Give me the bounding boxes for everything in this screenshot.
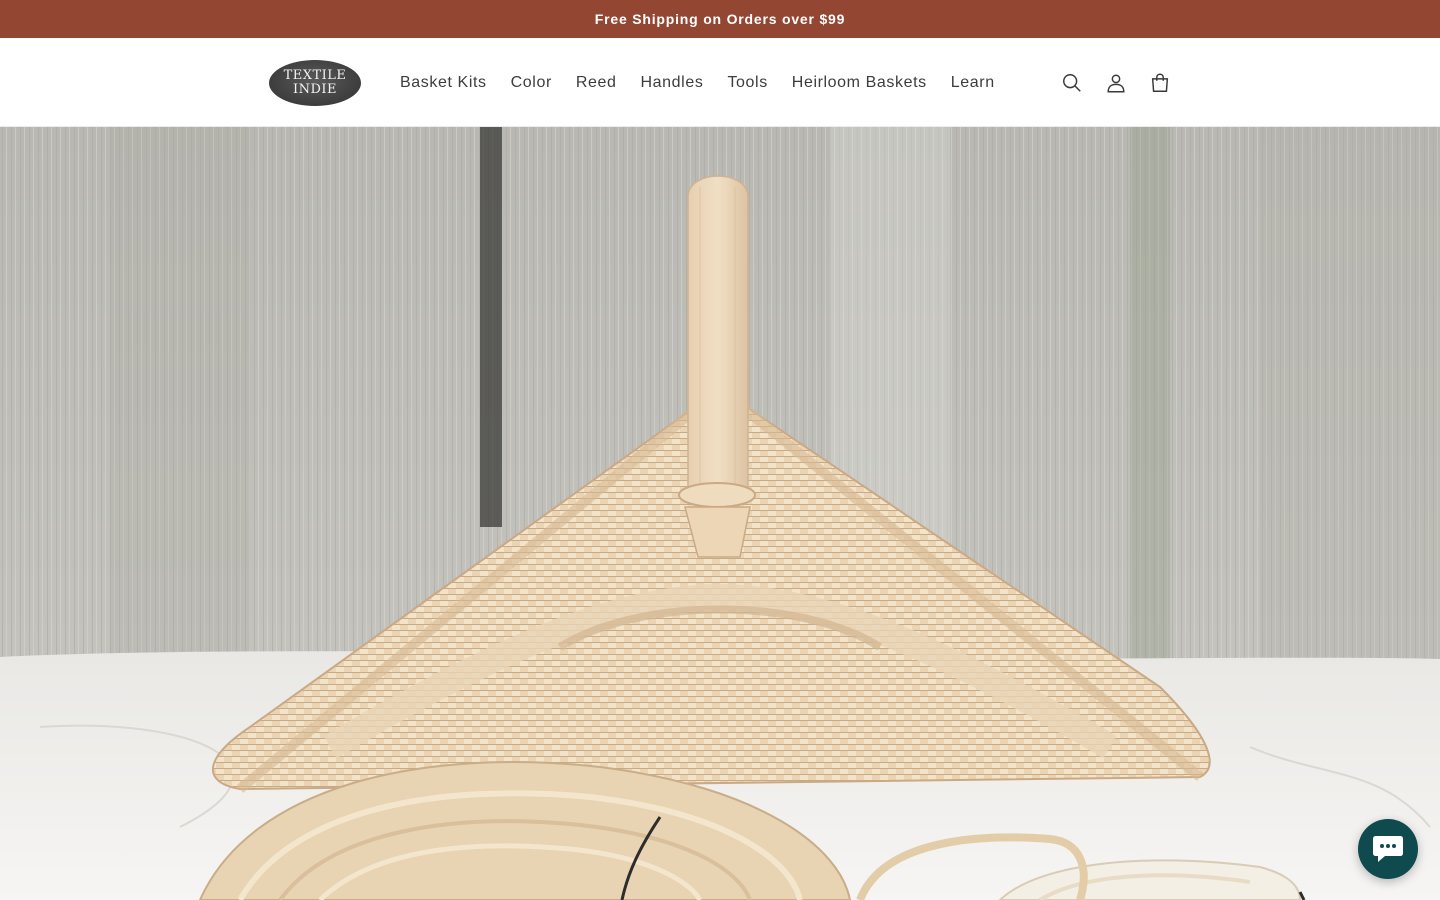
chat-button[interactable] bbox=[1358, 819, 1418, 879]
nav-reed[interactable]: Reed bbox=[564, 74, 629, 92]
nav-handles[interactable]: Handles bbox=[629, 74, 716, 92]
search-button[interactable] bbox=[1050, 61, 1094, 105]
site-header: TEXTILE INDIE Basket Kits Color Reed Han… bbox=[0, 38, 1440, 127]
account-button[interactable] bbox=[1094, 61, 1138, 105]
main-nav: Basket Kits Color Reed Handles Tools Hei… bbox=[388, 38, 1007, 127]
hero-image bbox=[0, 127, 1440, 900]
search-icon bbox=[1063, 73, 1081, 92]
logo-line-1: TEXTILE bbox=[283, 68, 347, 83]
account-icon bbox=[1107, 73, 1125, 92]
cart-button[interactable] bbox=[1138, 61, 1182, 105]
nav-tools[interactable]: Tools bbox=[715, 74, 779, 92]
nav-color[interactable]: Color bbox=[499, 74, 564, 92]
nav-learn[interactable]: Learn bbox=[939, 74, 1007, 92]
cart-icon bbox=[1151, 73, 1169, 92]
nav-basket-kits[interactable]: Basket Kits bbox=[388, 74, 499, 92]
announcement-text: Free Shipping on Orders over $99 bbox=[594, 11, 846, 27]
hero-banner[interactable] bbox=[0, 127, 1440, 900]
announcement-bar: Free Shipping on Orders over $99 bbox=[0, 0, 1440, 38]
logo-line-2: INDIE bbox=[292, 82, 338, 97]
chat-bubble-icon bbox=[1373, 836, 1403, 862]
nav-heirloom-baskets[interactable]: Heirloom Baskets bbox=[780, 74, 939, 92]
header-icons bbox=[1050, 38, 1182, 127]
logo[interactable]: TEXTILE INDIE bbox=[269, 60, 361, 106]
